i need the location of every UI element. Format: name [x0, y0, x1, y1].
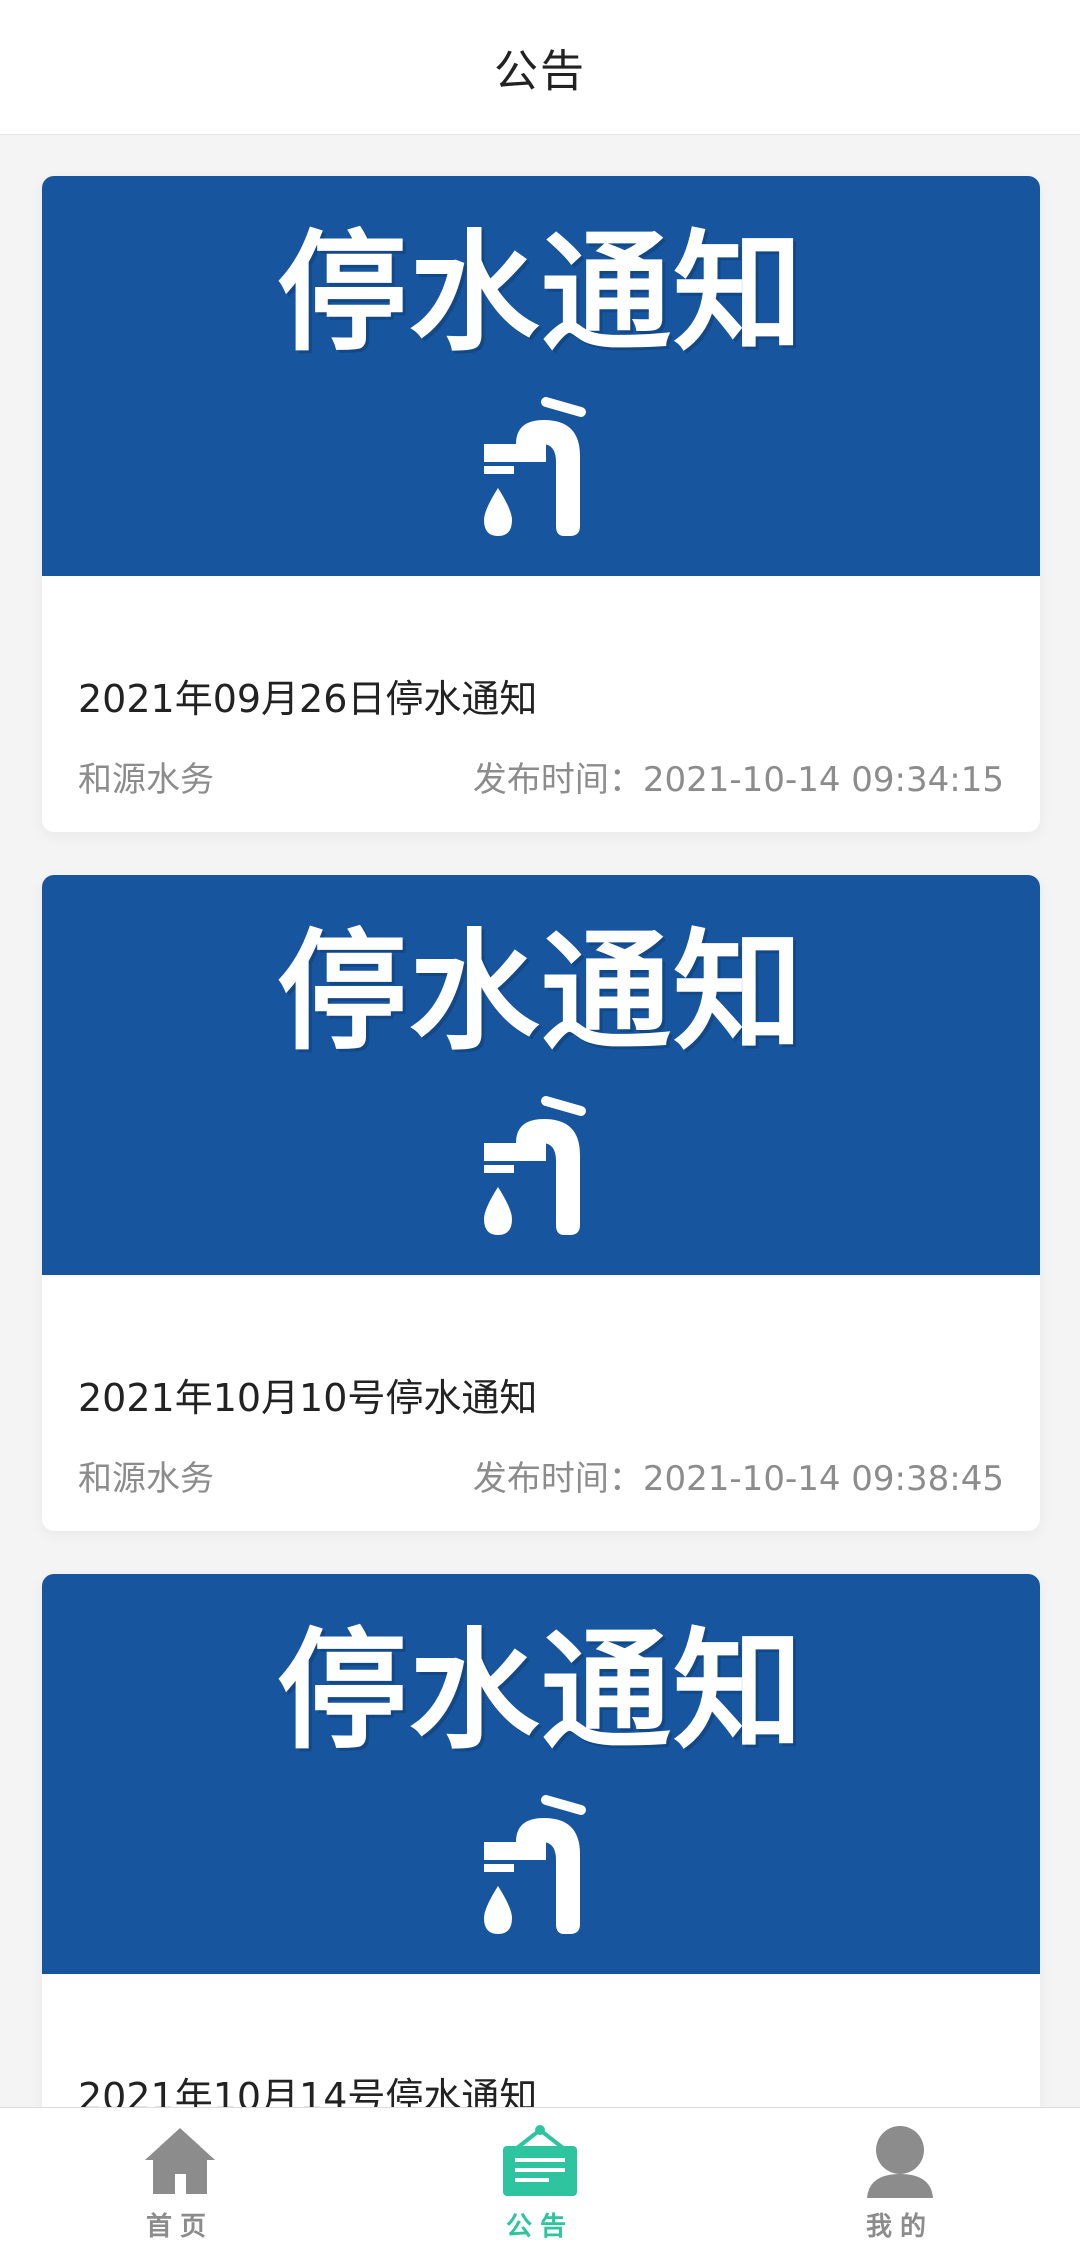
notice-banner-image: 停水通知: [42, 176, 1040, 576]
top-bar: 公告: [0, 0, 1080, 135]
tab-mine[interactable]: 我的: [720, 2108, 1080, 2247]
notice-banner-image: 停水通知: [42, 1574, 1040, 1974]
notice-publish-time: 发布时间：2021-10-14 09:34:15: [472, 760, 1004, 800]
tab-home[interactable]: 首页: [0, 2108, 360, 2247]
banner-text: 停水通知: [276, 217, 805, 369]
notice-title: 2021年10月10号停水通知: [78, 1376, 538, 1420]
announcement-page: 公告 停水通知 2021年09月26日停水通知 和源水务 发布时间：2021-1…: [0, 0, 1080, 2247]
notice-publish-time: 发布时间：2021-10-14 09:38:45: [472, 1459, 1004, 1499]
banner-text: 停水通知: [276, 916, 805, 1068]
bottom-tab-bar: 首页 公告 我的: [0, 2107, 1080, 2247]
faucet-icon: [484, 1795, 586, 1934]
notice-board-icon: [503, 2125, 577, 2196]
tab-home-label: 首页: [145, 2212, 214, 2242]
notice-banner-image: 停水通知: [42, 875, 1040, 1275]
notice-source: 和源水务: [78, 760, 214, 800]
banner-text: 停水通知: [276, 1615, 805, 1767]
notice-card[interactable]: 停水通知 2021年10月10号停水通知 和源水务 发布时间：2021-10-1…: [42, 875, 1040, 1531]
faucet-icon: [484, 397, 586, 536]
tab-notice-label: 公告: [505, 2212, 574, 2242]
home-icon: [145, 2128, 215, 2194]
page-title: 公告: [494, 46, 586, 97]
notice-card[interactable]: 停水通知 2021年09月26日停水通知 和源水务 发布时间：2021-10-1…: [42, 176, 1040, 832]
notice-source: 和源水务: [78, 1459, 214, 1499]
tab-mine-label: 我的: [865, 2212, 934, 2242]
notice-title: 2021年09月26日停水通知: [78, 677, 538, 721]
faucet-icon: [484, 1096, 586, 1235]
tab-notice[interactable]: 公告: [360, 2108, 720, 2247]
user-icon: [867, 2126, 933, 2198]
